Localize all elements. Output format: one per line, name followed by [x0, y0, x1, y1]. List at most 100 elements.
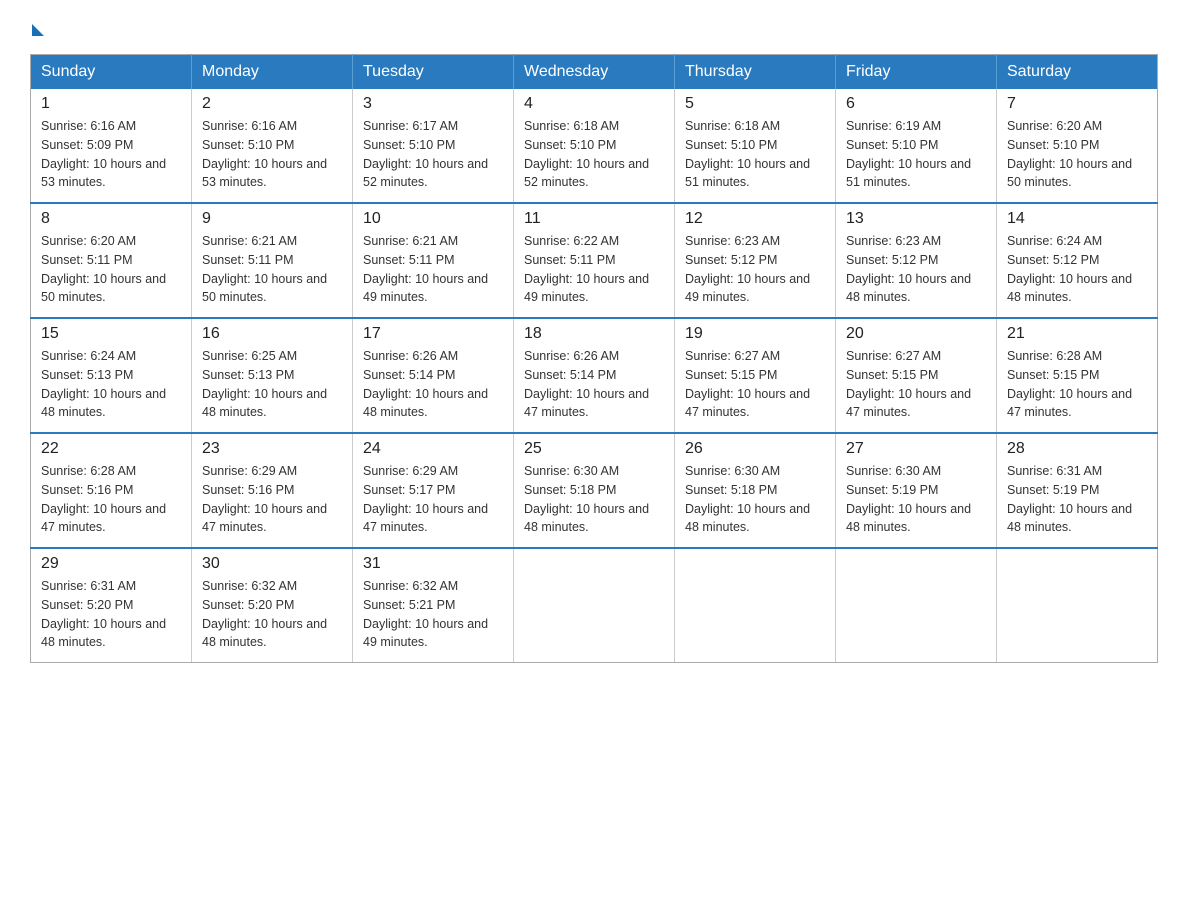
day-info: Sunrise: 6:30 AMSunset: 5:18 PMDaylight:… — [524, 462, 664, 537]
day-info: Sunrise: 6:27 AMSunset: 5:15 PMDaylight:… — [846, 347, 986, 422]
day-number: 13 — [846, 210, 986, 228]
calendar-cell: 15 Sunrise: 6:24 AMSunset: 5:13 PMDaylig… — [31, 318, 192, 433]
calendar-week-row: 22 Sunrise: 6:28 AMSunset: 5:16 PMDaylig… — [31, 433, 1158, 548]
calendar-cell: 18 Sunrise: 6:26 AMSunset: 5:14 PMDaylig… — [514, 318, 675, 433]
day-info: Sunrise: 6:28 AMSunset: 5:16 PMDaylight:… — [41, 462, 181, 537]
calendar-cell: 23 Sunrise: 6:29 AMSunset: 5:16 PMDaylig… — [192, 433, 353, 548]
calendar-cell: 25 Sunrise: 6:30 AMSunset: 5:18 PMDaylig… — [514, 433, 675, 548]
page-header — [30, 20, 1158, 34]
calendar-cell: 22 Sunrise: 6:28 AMSunset: 5:16 PMDaylig… — [31, 433, 192, 548]
weekday-header-friday: Friday — [836, 55, 997, 90]
day-number: 14 — [1007, 210, 1147, 228]
day-info: Sunrise: 6:29 AMSunset: 5:17 PMDaylight:… — [363, 462, 503, 537]
day-info: Sunrise: 6:30 AMSunset: 5:18 PMDaylight:… — [685, 462, 825, 537]
weekday-header-monday: Monday — [192, 55, 353, 90]
calendar-cell: 30 Sunrise: 6:32 AMSunset: 5:20 PMDaylig… — [192, 548, 353, 663]
day-info: Sunrise: 6:26 AMSunset: 5:14 PMDaylight:… — [524, 347, 664, 422]
calendar-cell: 2 Sunrise: 6:16 AMSunset: 5:10 PMDayligh… — [192, 89, 353, 203]
day-number: 4 — [524, 95, 664, 113]
day-number: 31 — [363, 555, 503, 573]
calendar-cell: 8 Sunrise: 6:20 AMSunset: 5:11 PMDayligh… — [31, 203, 192, 318]
day-number: 1 — [41, 95, 181, 113]
calendar-cell: 20 Sunrise: 6:27 AMSunset: 5:15 PMDaylig… — [836, 318, 997, 433]
day-number: 17 — [363, 325, 503, 343]
logo — [30, 20, 44, 34]
calendar-cell: 27 Sunrise: 6:30 AMSunset: 5:19 PMDaylig… — [836, 433, 997, 548]
calendar-week-row: 15 Sunrise: 6:24 AMSunset: 5:13 PMDaylig… — [31, 318, 1158, 433]
day-number: 21 — [1007, 325, 1147, 343]
weekday-header-row: SundayMondayTuesdayWednesdayThursdayFrid… — [31, 55, 1158, 90]
day-number: 28 — [1007, 440, 1147, 458]
day-info: Sunrise: 6:22 AMSunset: 5:11 PMDaylight:… — [524, 232, 664, 307]
day-number: 30 — [202, 555, 342, 573]
day-info: Sunrise: 6:31 AMSunset: 5:19 PMDaylight:… — [1007, 462, 1147, 537]
calendar-cell: 14 Sunrise: 6:24 AMSunset: 5:12 PMDaylig… — [997, 203, 1158, 318]
day-number: 3 — [363, 95, 503, 113]
day-info: Sunrise: 6:31 AMSunset: 5:20 PMDaylight:… — [41, 577, 181, 652]
day-info: Sunrise: 6:27 AMSunset: 5:15 PMDaylight:… — [685, 347, 825, 422]
day-number: 12 — [685, 210, 825, 228]
calendar-cell — [836, 548, 997, 663]
day-info: Sunrise: 6:20 AMSunset: 5:11 PMDaylight:… — [41, 232, 181, 307]
calendar-cell: 7 Sunrise: 6:20 AMSunset: 5:10 PMDayligh… — [997, 89, 1158, 203]
day-info: Sunrise: 6:28 AMSunset: 5:15 PMDaylight:… — [1007, 347, 1147, 422]
day-number: 29 — [41, 555, 181, 573]
day-number: 10 — [363, 210, 503, 228]
day-number: 2 — [202, 95, 342, 113]
day-number: 5 — [685, 95, 825, 113]
day-info: Sunrise: 6:24 AMSunset: 5:13 PMDaylight:… — [41, 347, 181, 422]
day-info: Sunrise: 6:19 AMSunset: 5:10 PMDaylight:… — [846, 117, 986, 192]
calendar-cell: 4 Sunrise: 6:18 AMSunset: 5:10 PMDayligh… — [514, 89, 675, 203]
day-info: Sunrise: 6:21 AMSunset: 5:11 PMDaylight:… — [202, 232, 342, 307]
day-number: 25 — [524, 440, 664, 458]
day-info: Sunrise: 6:29 AMSunset: 5:16 PMDaylight:… — [202, 462, 342, 537]
day-number: 23 — [202, 440, 342, 458]
day-number: 15 — [41, 325, 181, 343]
calendar-cell: 3 Sunrise: 6:17 AMSunset: 5:10 PMDayligh… — [353, 89, 514, 203]
calendar-cell: 5 Sunrise: 6:18 AMSunset: 5:10 PMDayligh… — [675, 89, 836, 203]
day-number: 7 — [1007, 95, 1147, 113]
day-info: Sunrise: 6:23 AMSunset: 5:12 PMDaylight:… — [846, 232, 986, 307]
calendar-cell: 12 Sunrise: 6:23 AMSunset: 5:12 PMDaylig… — [675, 203, 836, 318]
weekday-header-thursday: Thursday — [675, 55, 836, 90]
calendar-cell: 26 Sunrise: 6:30 AMSunset: 5:18 PMDaylig… — [675, 433, 836, 548]
calendar-cell: 1 Sunrise: 6:16 AMSunset: 5:09 PMDayligh… — [31, 89, 192, 203]
day-number: 20 — [846, 325, 986, 343]
calendar-cell — [997, 548, 1158, 663]
day-number: 19 — [685, 325, 825, 343]
day-info: Sunrise: 6:18 AMSunset: 5:10 PMDaylight:… — [524, 117, 664, 192]
day-number: 6 — [846, 95, 986, 113]
day-info: Sunrise: 6:16 AMSunset: 5:10 PMDaylight:… — [202, 117, 342, 192]
weekday-header-wednesday: Wednesday — [514, 55, 675, 90]
day-info: Sunrise: 6:21 AMSunset: 5:11 PMDaylight:… — [363, 232, 503, 307]
day-number: 18 — [524, 325, 664, 343]
day-number: 27 — [846, 440, 986, 458]
calendar-cell: 13 Sunrise: 6:23 AMSunset: 5:12 PMDaylig… — [836, 203, 997, 318]
weekday-header-sunday: Sunday — [31, 55, 192, 90]
day-number: 22 — [41, 440, 181, 458]
calendar-cell: 16 Sunrise: 6:25 AMSunset: 5:13 PMDaylig… — [192, 318, 353, 433]
day-info: Sunrise: 6:26 AMSunset: 5:14 PMDaylight:… — [363, 347, 503, 422]
calendar-cell: 28 Sunrise: 6:31 AMSunset: 5:19 PMDaylig… — [997, 433, 1158, 548]
calendar-cell: 10 Sunrise: 6:21 AMSunset: 5:11 PMDaylig… — [353, 203, 514, 318]
calendar-week-row: 1 Sunrise: 6:16 AMSunset: 5:09 PMDayligh… — [31, 89, 1158, 203]
weekday-header-saturday: Saturday — [997, 55, 1158, 90]
calendar-cell: 17 Sunrise: 6:26 AMSunset: 5:14 PMDaylig… — [353, 318, 514, 433]
day-info: Sunrise: 6:24 AMSunset: 5:12 PMDaylight:… — [1007, 232, 1147, 307]
calendar-cell: 11 Sunrise: 6:22 AMSunset: 5:11 PMDaylig… — [514, 203, 675, 318]
day-number: 8 — [41, 210, 181, 228]
day-info: Sunrise: 6:20 AMSunset: 5:10 PMDaylight:… — [1007, 117, 1147, 192]
calendar-cell: 19 Sunrise: 6:27 AMSunset: 5:15 PMDaylig… — [675, 318, 836, 433]
calendar-cell: 31 Sunrise: 6:32 AMSunset: 5:21 PMDaylig… — [353, 548, 514, 663]
day-info: Sunrise: 6:16 AMSunset: 5:09 PMDaylight:… — [41, 117, 181, 192]
day-info: Sunrise: 6:30 AMSunset: 5:19 PMDaylight:… — [846, 462, 986, 537]
weekday-header-tuesday: Tuesday — [353, 55, 514, 90]
day-info: Sunrise: 6:32 AMSunset: 5:21 PMDaylight:… — [363, 577, 503, 652]
day-info: Sunrise: 6:17 AMSunset: 5:10 PMDaylight:… — [363, 117, 503, 192]
day-number: 24 — [363, 440, 503, 458]
calendar-cell — [514, 548, 675, 663]
day-number: 9 — [202, 210, 342, 228]
day-number: 11 — [524, 210, 664, 228]
calendar-cell: 6 Sunrise: 6:19 AMSunset: 5:10 PMDayligh… — [836, 89, 997, 203]
calendar-cell: 21 Sunrise: 6:28 AMSunset: 5:15 PMDaylig… — [997, 318, 1158, 433]
